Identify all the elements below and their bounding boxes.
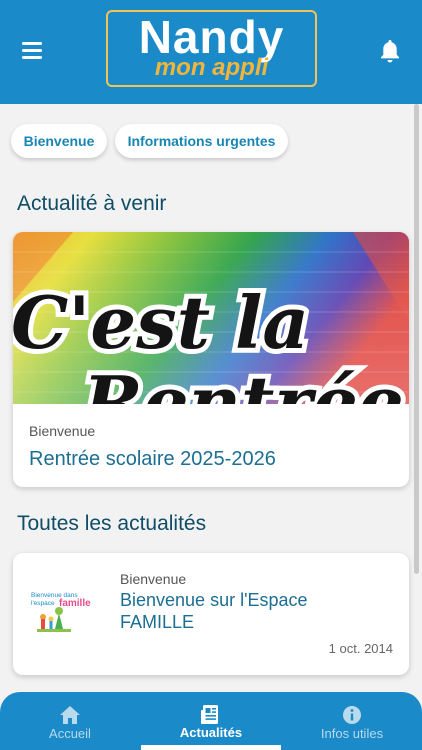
tab-label-infos-utiles: Infos utiles [320, 726, 384, 741]
news-thumbnail: Bienvenue dans l'espace famille [29, 587, 101, 637]
info-icon [341, 704, 363, 726]
news-category: Bienvenue [120, 571, 187, 587]
bell-icon[interactable] [378, 38, 402, 64]
active-tab-indicator [141, 745, 281, 750]
home-icon [59, 704, 81, 726]
bottom-tab-bar: Accueil Actualités Infos utiles [0, 692, 422, 750]
news-date: 1 oct. 2014 [328, 641, 393, 656]
featured-category: Bienvenue [29, 423, 96, 439]
tab-accueil[interactable]: Accueil [0, 692, 140, 750]
tab-label-actualites: Actualités [179, 725, 243, 740]
chip-informations-urgentes[interactable]: Informations urgentes [115, 124, 288, 158]
featured-news-card[interactable]: C'est la C'est la Rentrée ! Rentrée ! Bi… [13, 232, 409, 487]
newspaper-icon [200, 704, 222, 726]
chip-bienvenue[interactable]: Bienvenue [11, 124, 107, 158]
news-card[interactable]: Bienvenue dans l'espace famille Bienvenu… [13, 553, 409, 675]
tab-label-accueil: Accueil [49, 726, 91, 741]
tab-actualites[interactable]: Actualités [140, 692, 282, 750]
tab-infos-utiles[interactable]: Infos utiles [282, 692, 422, 750]
app-header: Nandy mon appli [0, 0, 422, 104]
section-title-all: Toutes les actualités [17, 512, 207, 535]
thumb-text-2: l'espace [31, 600, 55, 607]
hero-text-line1: C'est la [13, 280, 309, 365]
featured-title[interactable]: Rentrée scolaire 2025-2026 [29, 448, 276, 471]
hamburger-icon[interactable] [22, 42, 42, 59]
featured-image: C'est la C'est la Rentrée ! Rentrée ! [13, 232, 409, 404]
news-title[interactable]: Bienvenue sur l'Espace FAMILLE [120, 589, 340, 633]
app-logo: Nandy mon appli [106, 10, 317, 87]
thumb-text-famille: famille [59, 598, 91, 609]
section-title-upcoming: Actualité à venir [17, 192, 167, 215]
scrollbar[interactable] [414, 104, 419, 574]
hero-text-line2: Rentrée ! [81, 360, 409, 404]
